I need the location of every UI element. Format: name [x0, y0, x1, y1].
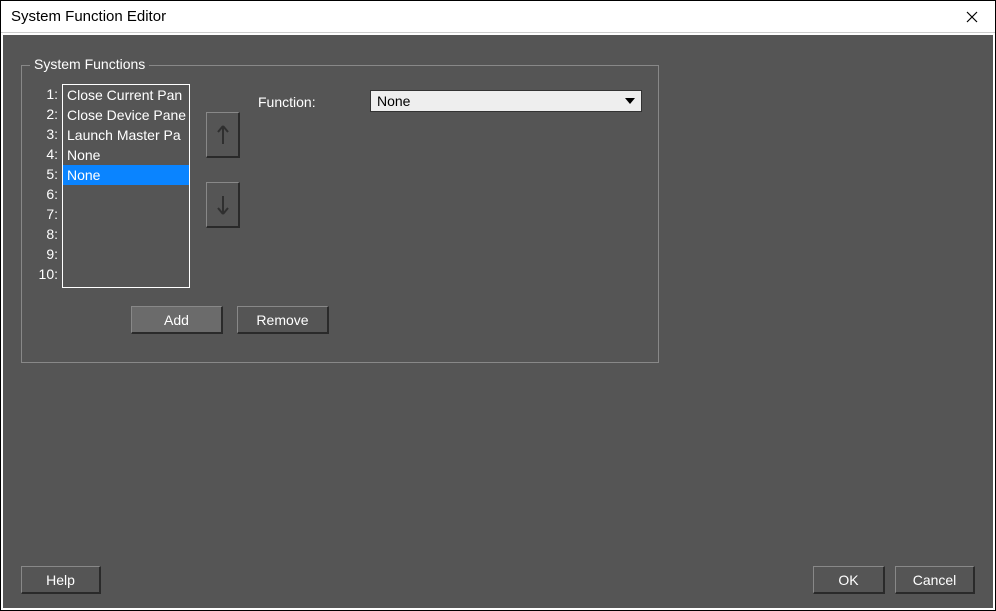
content-area: System Functions 1: 2: 3: 4: 5: 6: 7: 8:…	[3, 35, 993, 608]
list-number: 5:	[34, 164, 58, 184]
window-title: System Function Editor	[11, 8, 166, 25]
list-number: 1:	[34, 84, 58, 104]
add-button-label: Add	[164, 312, 189, 328]
cancel-button-label: Cancel	[913, 572, 957, 588]
system-functions-group: System Functions 1: 2: 3: 4: 5: 6: 7: 8:…	[21, 65, 659, 363]
list-number: 7:	[34, 204, 58, 224]
remove-button[interactable]: Remove	[237, 306, 329, 334]
close-icon[interactable]	[949, 1, 995, 33]
add-button[interactable]: Add	[131, 306, 223, 334]
list-item[interactable]: None	[63, 145, 189, 165]
move-down-button[interactable]	[206, 182, 240, 228]
function-dropdown[interactable]: None	[370, 90, 642, 112]
list-number: 9:	[34, 244, 58, 264]
ok-button-label: OK	[838, 572, 858, 588]
list-item[interactable]: Close Device Pane	[63, 105, 189, 125]
help-button[interactable]: Help	[21, 566, 101, 594]
list-number: 3:	[34, 124, 58, 144]
list-number: 4:	[34, 144, 58, 164]
titlebar: System Function Editor	[1, 1, 995, 33]
list-item[interactable]: None	[63, 165, 189, 185]
move-up-button[interactable]	[206, 112, 240, 158]
group-legend: System Functions	[30, 56, 149, 72]
cancel-button[interactable]: Cancel	[895, 566, 975, 594]
function-label: Function:	[258, 94, 316, 110]
dropdown-selected: None	[377, 93, 410, 109]
chevron-down-icon	[621, 92, 639, 110]
list-item[interactable]: Launch Master Pa	[63, 125, 189, 145]
functions-listbox[interactable]: Close Current Pan Close Device Pane Laun…	[62, 84, 190, 288]
help-button-label: Help	[46, 572, 75, 588]
list-number: 10:	[34, 264, 58, 284]
list-number: 6:	[34, 184, 58, 204]
window: System Function Editor System Functions …	[0, 0, 996, 611]
list-item[interactable]: Close Current Pan	[63, 85, 189, 105]
list-number: 2:	[34, 104, 58, 124]
list-number: 8:	[34, 224, 58, 244]
ok-button[interactable]: OK	[813, 566, 885, 594]
list-numbers: 1: 2: 3: 4: 5: 6: 7: 8: 9: 10:	[34, 84, 58, 284]
remove-button-label: Remove	[256, 312, 308, 328]
